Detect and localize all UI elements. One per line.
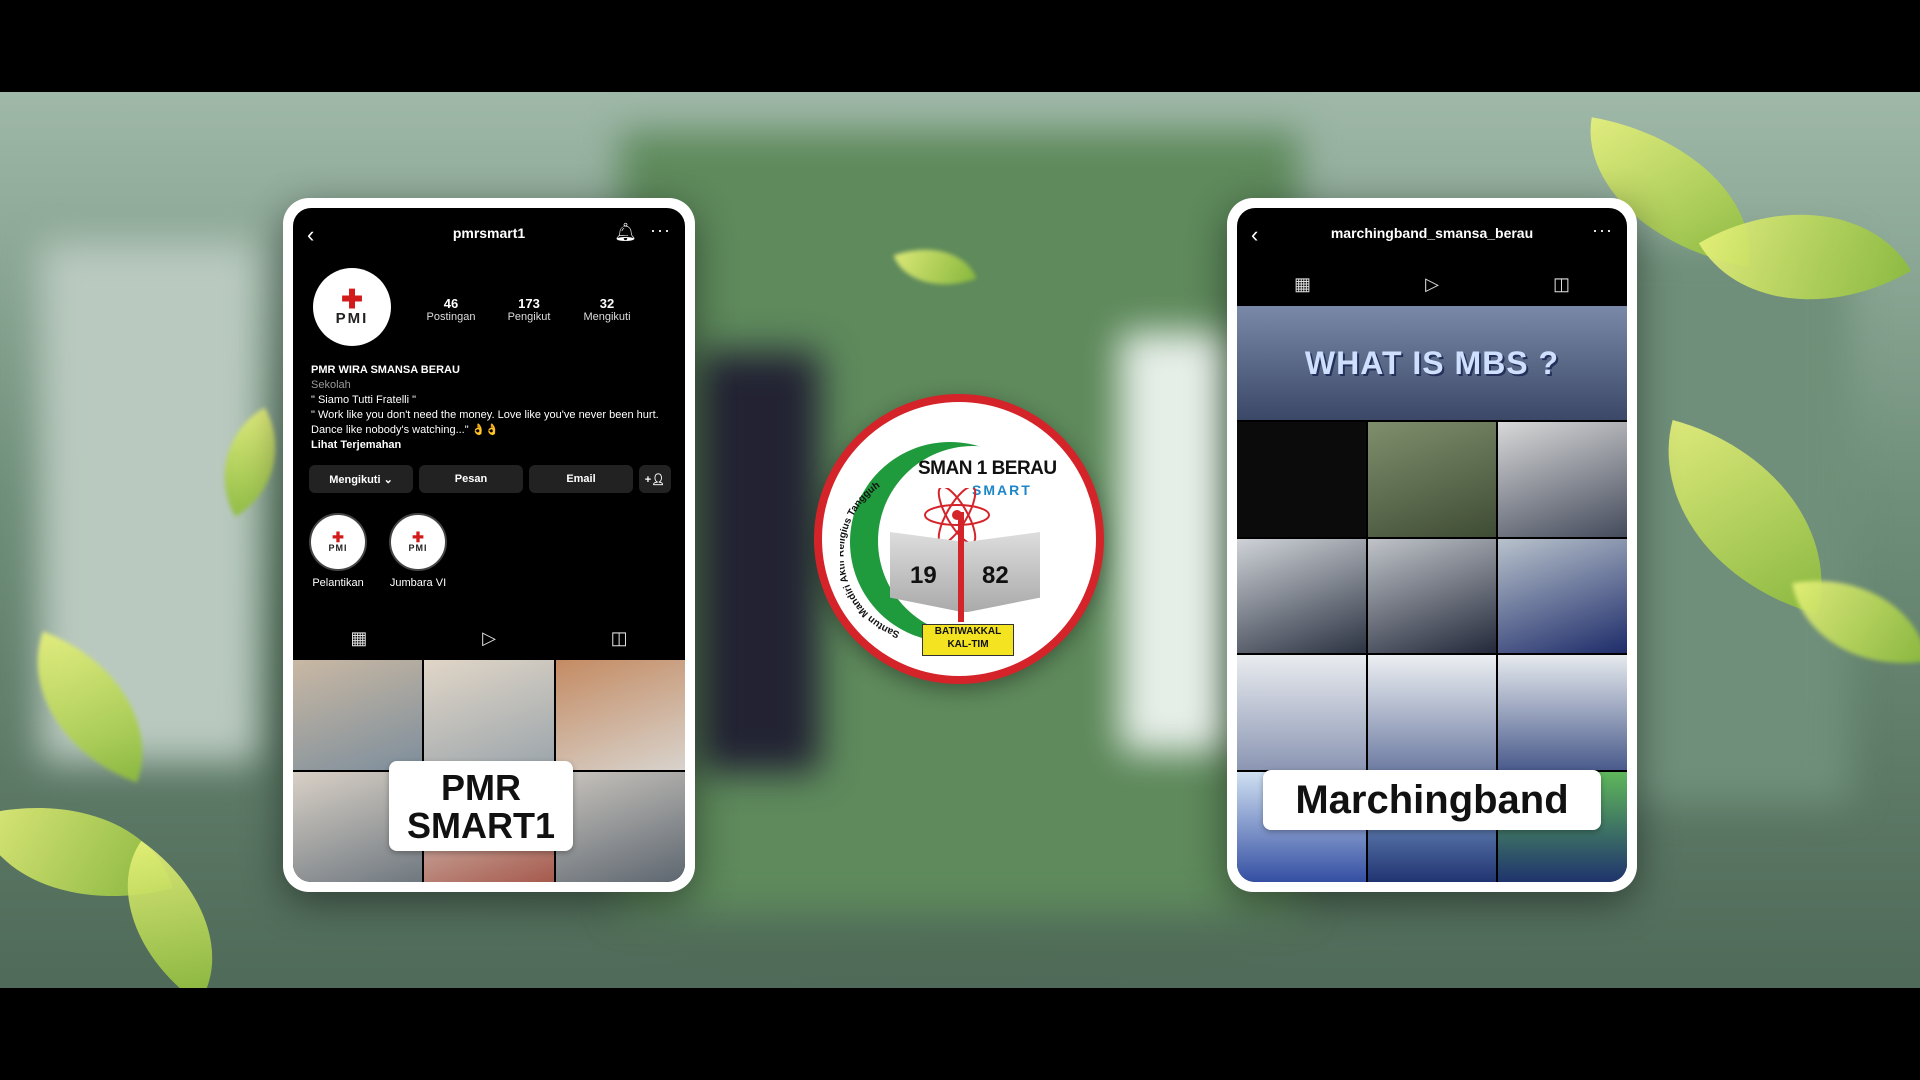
overlay-label-line: SMART1 <box>406 805 555 846</box>
ribbon-line: KAL-TIM <box>947 639 989 650</box>
profile-bio: PMR WIRA SMANSA BERAU Sekolah " Siamo Tu… <box>311 363 671 453</box>
school-logo: Santun Mandiri Aktif Religius Tangguh SM… <box>814 394 1104 684</box>
logo-year-left: 19 <box>910 562 937 589</box>
avatar-text: PMI <box>335 309 369 327</box>
blurred-phone-shape <box>1120 332 1230 752</box>
post-thumbnail[interactable] <box>1367 655 1497 770</box>
bio-line: " Siamo Tutti Fratelli " <box>311 394 417 406</box>
highlight-icon-text: PMI <box>328 543 348 553</box>
stat-number: 46 <box>443 296 459 311</box>
more-icon[interactable]: ··· <box>650 220 671 241</box>
bio-line: " Work like you don't need the money. Lo… <box>311 409 659 436</box>
stat-label: Pengikut <box>507 311 551 323</box>
phone-marchingband-profile: ‹ marchingband_smansa_berau ··· ▦ ▷ ◫ WH… <box>1227 198 1637 892</box>
grid-icon[interactable]: ▦ <box>1294 274 1311 295</box>
stat-label: Postingan <box>426 311 476 323</box>
profile-top-bar: ‹ marchingband_smansa_berau ··· <box>1237 208 1627 258</box>
see-translation-link[interactable]: Lihat Terjemahan <box>311 438 671 453</box>
logo-year-right: 82 <box>982 562 1009 589</box>
highlight-icon-text: PMI <box>408 543 428 553</box>
post-thumbnail[interactable] <box>1237 422 1366 537</box>
post-thumbnail[interactable] <box>1498 538 1627 654</box>
highlight-label: Pelantikan <box>312 577 364 589</box>
message-button[interactable]: Pesan <box>419 465 523 493</box>
highlight-pelantikan[interactable]: ✚ PMI Pelantikan <box>309 513 367 589</box>
post-thumbnail[interactable] <box>555 772 685 882</box>
post-thumbnail[interactable] <box>1237 655 1366 770</box>
letterbox-bottom <box>0 988 1920 1080</box>
profile-name: PMR WIRA SMANSA BERAU <box>311 364 460 376</box>
story-highlights: ✚ PMI Pelantikan ✚ PMI Jumbara VI <box>309 513 447 589</box>
bell-icon[interactable]: 🔔︎ <box>614 222 637 243</box>
post-thumbnail[interactable] <box>1367 422 1497 537</box>
following-button[interactable]: Mengikuti ⌄ <box>309 465 413 493</box>
add-user-icon[interactable]: +👤︎ <box>639 465 671 493</box>
highlight-jumbara[interactable]: ✚ PMI Jumbara VI <box>389 513 447 589</box>
highlight-cover: ✚ PMI <box>309 513 367 571</box>
profile-stats: 46 Postingan 173 Pengikut 32 Mengikuti <box>423 296 635 323</box>
email-button[interactable]: Email <box>529 465 633 493</box>
post-thumbnail[interactable] <box>1237 538 1366 654</box>
post-thumbnail[interactable] <box>1498 655 1627 770</box>
letterbox-top <box>0 0 1920 92</box>
stat-following[interactable]: 32 Mengikuti <box>579 296 635 323</box>
highlight-label: Jumbara VI <box>389 577 447 589</box>
stat-number: 32 <box>599 296 615 311</box>
atom-icon <box>924 488 990 542</box>
grid-icon[interactable]: ▦ <box>350 628 367 649</box>
play-icon[interactable]: ▷ <box>1425 274 1439 295</box>
red-cross-icon: ✚ <box>341 283 363 314</box>
ribbon-line: BATIWAKKAL <box>934 626 1002 637</box>
blurred-phone-shape <box>700 352 820 772</box>
post-overlay-text: WHAT IS MBS ? <box>1304 344 1560 381</box>
stat-label: Mengikuti <box>583 311 631 323</box>
stat-number: 173 <box>518 296 540 311</box>
post-thumbnail[interactable] <box>293 660 423 770</box>
pen-icon <box>958 512 964 622</box>
post-thumbnail[interactable] <box>1498 422 1627 537</box>
more-icon[interactable]: ··· <box>1592 220 1613 241</box>
marchingband-profile-screen: ‹ marchingband_smansa_berau ··· ▦ ▷ ◫ WH… <box>1237 208 1627 882</box>
pmr-overlay-label: PMR SMART1 <box>389 761 573 851</box>
tagged-icon[interactable]: ◫ <box>1553 274 1570 295</box>
profile-top-bar: ‹ pmrsmart1 🔔︎ ··· <box>293 208 685 258</box>
profile-tabs: ▦ ▷ ◫ <box>1237 264 1627 304</box>
profile-category: Sekolah <box>311 379 351 391</box>
red-cross-icon: ✚ <box>332 529 344 545</box>
highlight-cover: ✚ PMI <box>389 513 447 571</box>
post-thumbnail[interactable] <box>424 660 554 770</box>
profile-tabs: ▦ ▷ ◫ <box>293 618 685 658</box>
post-thumbnail[interactable] <box>555 660 685 770</box>
profile-username: marchingband_smansa_berau <box>1330 225 1534 241</box>
stat-posts[interactable]: 46 Postingan <box>423 296 479 323</box>
logo-title: SMAN 1 BERAU <box>918 458 1057 479</box>
pmr-profile-screen: ‹ pmrsmart1 🔔︎ ··· ✚ PMI 46 Postingan 17… <box>293 208 685 882</box>
stat-followers[interactable]: 173 Pengikut <box>501 296 557 323</box>
marchingband-overlay-label: Marchingband <box>1263 770 1601 830</box>
post-thumbnail[interactable]: WHAT IS MBS ? <box>1237 306 1627 421</box>
post-thumbnail[interactable] <box>1367 538 1497 654</box>
tagged-icon[interactable]: ◫ <box>611 628 628 649</box>
avatar[interactable]: ✚ PMI <box>313 268 391 346</box>
phone-pmr-profile: ‹ pmrsmart1 🔔︎ ··· ✚ PMI 46 Postingan 17… <box>283 198 695 892</box>
red-cross-icon: ✚ <box>412 529 424 545</box>
play-icon[interactable]: ▷ <box>482 628 496 649</box>
logo-ribbon: BATIWAKKAL KAL-TIM <box>922 624 1014 656</box>
profile-action-buttons: Mengikuti ⌄ Pesan Email +👤︎ <box>309 465 671 493</box>
overlay-label-line: PMR <box>441 767 521 808</box>
